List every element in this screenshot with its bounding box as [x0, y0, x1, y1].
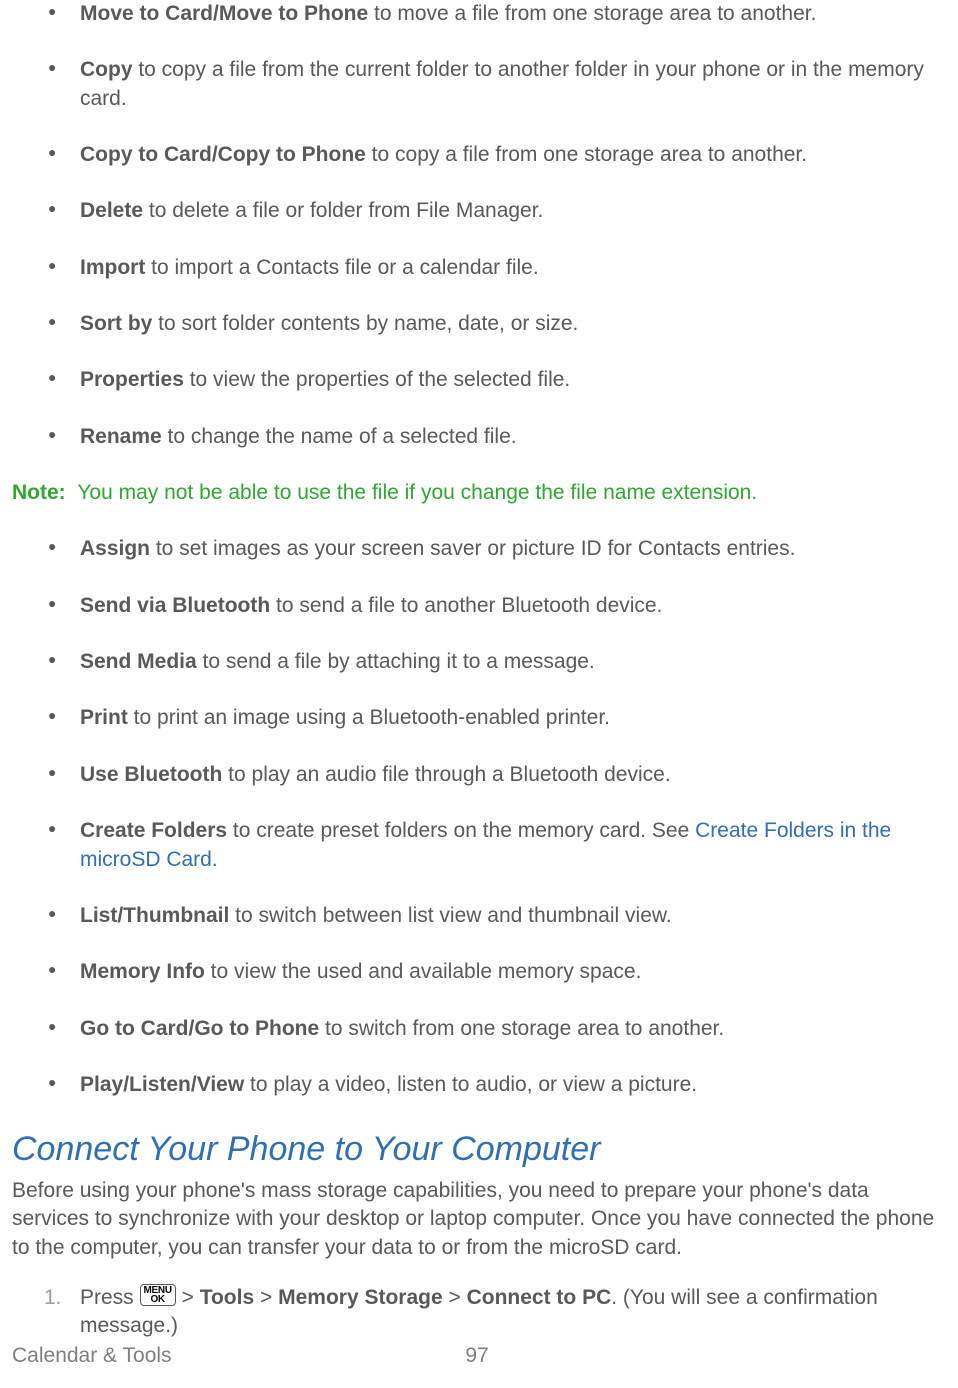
item-text: to import a Contacts file or a calendar … [145, 256, 538, 279]
item-text: to change the name of a selected file. [162, 425, 517, 448]
item-bold: Assign [80, 537, 150, 560]
step-text: > [443, 1286, 467, 1309]
page-number: 97 [465, 1342, 488, 1370]
menu-ok-key-icon: MENUOK [140, 1284, 176, 1306]
item-text: to print an image using a Bluetooth-enab… [128, 706, 610, 729]
item-text: to play a video, listen to audio, or vie… [244, 1073, 697, 1096]
bullet-list-1: Move to Card/Move to Phone to move a fil… [12, 0, 942, 451]
list-item: Memory Info to view the used and availab… [12, 958, 942, 986]
note-text: You may not be able to use the file if y… [77, 481, 757, 504]
item-bold: Delete [80, 199, 143, 222]
item-text: to copy a file from one storage area to … [366, 143, 807, 166]
list-item: Sort by to sort folder contents by name,… [12, 310, 942, 338]
item-text: to delete a file or folder from File Man… [143, 199, 543, 222]
list-item: Move to Card/Move to Phone to move a fil… [12, 0, 942, 28]
list-item: Properties to view the properties of the… [12, 366, 942, 394]
footer-section: Calendar & Tools [12, 1344, 172, 1367]
item-text: to move a file from one storage area to … [368, 2, 816, 25]
step-bold: Memory Storage [278, 1286, 443, 1309]
steps-list: 1. Press MENUOK > Tools > Memory Storage… [12, 1284, 942, 1341]
item-text: to create preset folders on the memory c… [227, 819, 695, 842]
item-text: to view the properties of the selected f… [184, 368, 570, 391]
item-bold: List/Thumbnail [80, 904, 229, 927]
item-bold: Properties [80, 368, 184, 391]
item-text: to send a file to another Bluetooth devi… [270, 594, 662, 617]
step-item: 1. Press MENUOK > Tools > Memory Storage… [12, 1284, 942, 1341]
item-bold: Import [80, 256, 145, 279]
item-bold: Create Folders [80, 819, 227, 842]
item-bold: Sort by [80, 312, 152, 335]
item-text: to copy a file from the current folder t… [80, 58, 924, 109]
step-text: Press [80, 1286, 140, 1309]
list-item: Print to print an image using a Bluetoot… [12, 704, 942, 732]
page-footer: Calendar & Tools 97 [12, 1342, 942, 1370]
list-item: Copy to Card/Copy to Phone to copy a fil… [12, 141, 942, 169]
item-bold: Copy [80, 58, 133, 81]
list-item: List/Thumbnail to switch between list vi… [12, 902, 942, 930]
item-bold: Print [80, 706, 128, 729]
list-item: Send via Bluetooth to send a file to ano… [12, 592, 942, 620]
item-bold: Play/Listen/View [80, 1073, 244, 1096]
section-heading: Connect Your Phone to Your Computer [12, 1127, 942, 1173]
item-text: to switch between list view and thumbnai… [229, 904, 671, 927]
list-item: Play/Listen/View to play a video, listen… [12, 1071, 942, 1099]
item-bold: Send via Bluetooth [80, 594, 270, 617]
step-text: > [254, 1286, 278, 1309]
item-text: to send a file by attaching it to a mess… [197, 650, 595, 673]
item-bold: Rename [80, 425, 162, 448]
step-number: 1. [44, 1284, 62, 1312]
item-bold: Use Bluetooth [80, 763, 222, 786]
item-bold: Go to Card/Go to Phone [80, 1017, 319, 1040]
list-item: Use Bluetooth to play an audio file thro… [12, 761, 942, 789]
list-item: Rename to change the name of a selected … [12, 423, 942, 451]
item-text: . [212, 848, 218, 871]
step-text: > [176, 1286, 200, 1309]
list-item: Delete to delete a file or folder from F… [12, 197, 942, 225]
note-line: Note: You may not be able to use the fil… [12, 479, 942, 507]
list-item: Import to import a Contacts file or a ca… [12, 254, 942, 282]
list-item: Send Media to send a file by attaching i… [12, 648, 942, 676]
step-bold: Tools [200, 1286, 254, 1309]
list-item: Go to Card/Go to Phone to switch from on… [12, 1015, 942, 1043]
item-text: to sort folder contents by name, date, o… [152, 312, 578, 335]
item-text: to view the used and available memory sp… [205, 960, 642, 983]
list-item: Assign to set images as your screen save… [12, 535, 942, 563]
note-label: Note: [12, 481, 66, 504]
item-bold: Send Media [80, 650, 197, 673]
step-bold: Connect to PC [467, 1286, 612, 1309]
item-text: to play an audio file through a Bluetoot… [222, 763, 670, 786]
bullet-list-2: Assign to set images as your screen save… [12, 535, 942, 1099]
item-bold: Memory Info [80, 960, 205, 983]
list-item: Copy to copy a file from the current fol… [12, 56, 942, 113]
section-intro: Before using your phone's mass storage c… [12, 1177, 942, 1262]
item-text: to set images as your screen saver or pi… [150, 537, 795, 560]
list-item: Create Folders to create preset folders … [12, 817, 942, 874]
item-bold: Copy to Card/Copy to Phone [80, 143, 366, 166]
item-text: to switch from one storage area to anoth… [319, 1017, 724, 1040]
item-bold: Move to Card/Move to Phone [80, 2, 368, 25]
